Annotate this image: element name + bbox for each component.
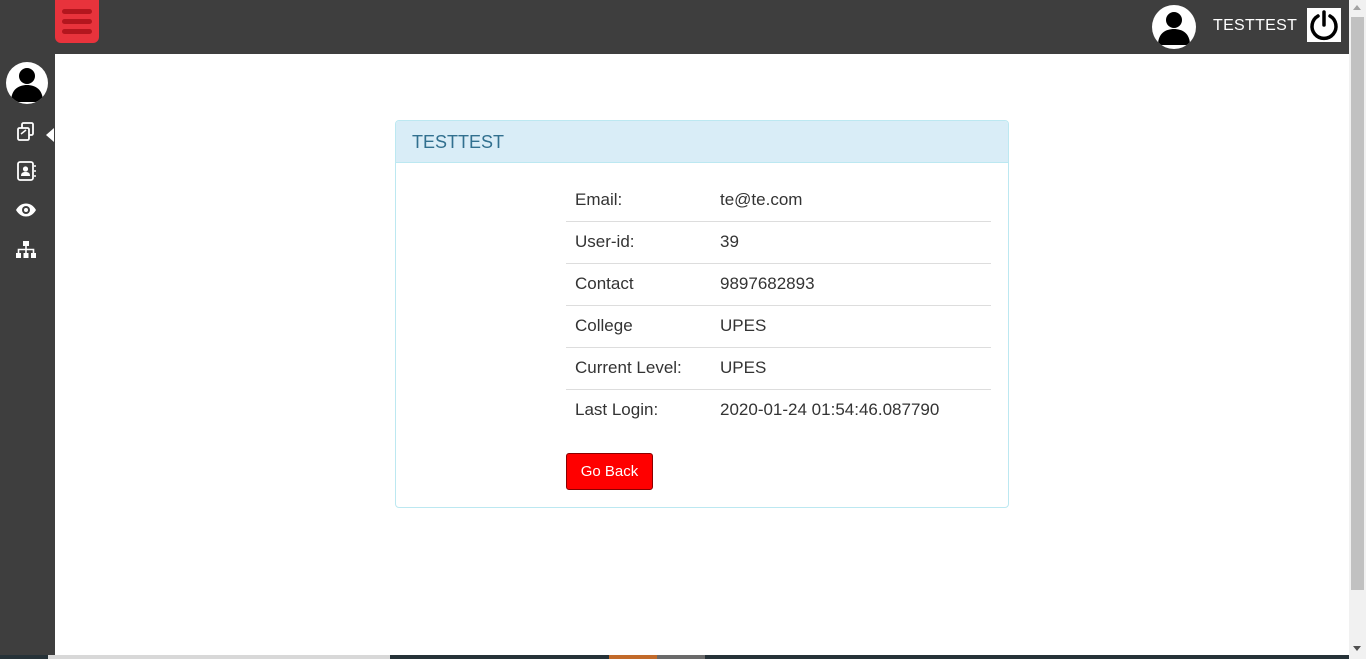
- go-back-button[interactable]: Go Back: [566, 453, 653, 490]
- top-navbar: TESTTEST: [0, 0, 1349, 54]
- power-icon[interactable]: [1307, 8, 1341, 42]
- panel-heading: TESTTEST: [396, 121, 1008, 163]
- scroll-thumb[interactable]: [1351, 17, 1364, 590]
- sidebar: [0, 54, 55, 659]
- table-row: Contact 9897682893: [566, 262, 991, 305]
- vertical-scrollbar[interactable]: [1349, 0, 1366, 659]
- row-value: 2020-01-24 01:54:46.087790: [711, 388, 991, 431]
- sidebar-avatar-icon[interactable]: [6, 62, 48, 104]
- active-item-caret: [46, 128, 54, 142]
- row-value: 39: [711, 220, 991, 263]
- row-label: College: [566, 304, 711, 347]
- bottom-edge-strip: [0, 655, 1349, 659]
- contact-card-icon[interactable]: [15, 160, 37, 182]
- scroll-up-icon[interactable]: [1353, 5, 1361, 10]
- panel-title: TESTTEST: [412, 132, 505, 152]
- row-label: Current Level:: [566, 346, 711, 389]
- hamburger-menu-icon[interactable]: [55, 0, 99, 43]
- table-row: Email: te@te.com: [566, 179, 991, 221]
- scroll-down-icon[interactable]: [1353, 646, 1361, 651]
- row-value: 9897682893: [711, 262, 991, 305]
- user-info-table: Email: te@te.com User-id: 39 Contact 989…: [566, 179, 991, 431]
- copy-icon[interactable]: [15, 121, 37, 143]
- table-row: College UPES: [566, 304, 991, 347]
- table-row: Last Login: 2020-01-24 01:54:46.087790: [566, 388, 991, 431]
- user-avatar-icon[interactable]: [1152, 5, 1196, 49]
- row-label: User-id:: [566, 220, 711, 263]
- eye-icon[interactable]: [15, 199, 37, 221]
- row-value: te@te.com: [720, 189, 803, 209]
- row-label: Last Login:: [566, 388, 711, 431]
- table-row: Current Level: UPES: [566, 346, 991, 389]
- sitemap-icon[interactable]: [15, 239, 37, 261]
- user-details-panel: TESTTEST Email: te@te.com User-id: 39 Co…: [395, 120, 1009, 508]
- header-username: TESTTEST: [1213, 17, 1298, 34]
- row-value: UPES: [711, 304, 991, 347]
- table-row: User-id: 39: [566, 220, 991, 263]
- row-label: Contact: [566, 262, 711, 305]
- row-value: UPES: [711, 346, 991, 389]
- row-label: Email:: [575, 189, 623, 209]
